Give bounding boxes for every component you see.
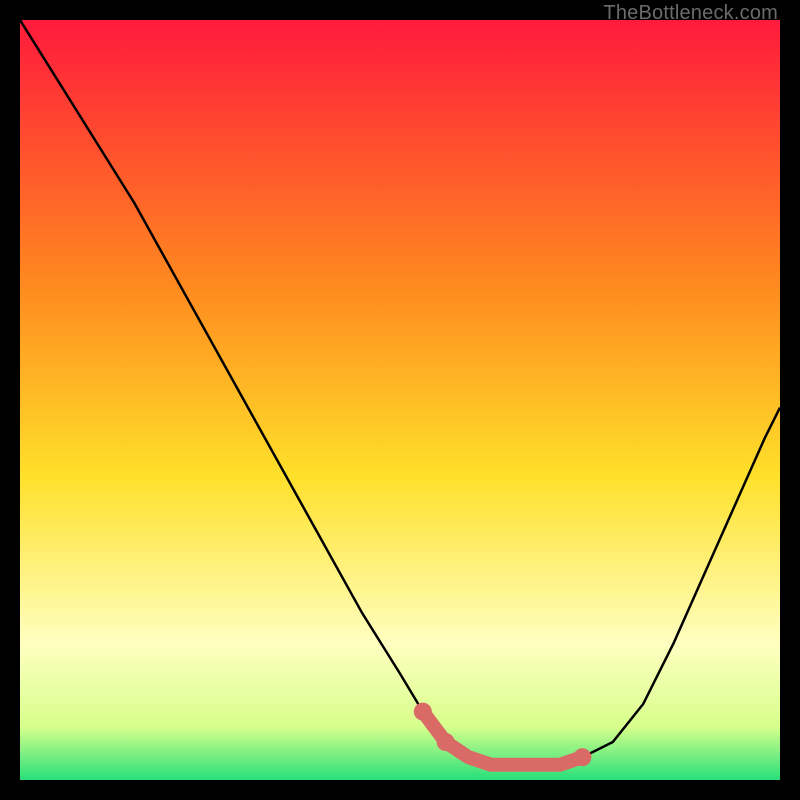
gradient-background bbox=[20, 20, 780, 780]
optimal-marker-dot bbox=[437, 733, 455, 751]
bottleneck-chart bbox=[20, 20, 780, 780]
optimal-marker-dot bbox=[414, 703, 432, 721]
optimal-marker-dot bbox=[573, 748, 591, 766]
watermark-text: TheBottleneck.com bbox=[603, 2, 778, 25]
chart-frame bbox=[20, 20, 780, 780]
